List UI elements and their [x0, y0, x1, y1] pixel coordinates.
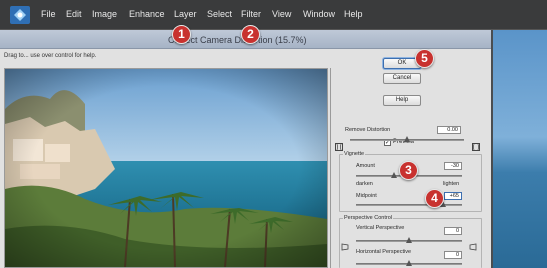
vertical-perspective-right-icon [469, 236, 477, 251]
barrel-icon [472, 136, 480, 151]
horizontal-perspective-value[interactable]: 0 [444, 251, 462, 259]
vertical-perspective-label: Vertical Perspective [356, 225, 405, 231]
menu-layer[interactable]: Layer [174, 9, 197, 19]
vertical-perspective-value[interactable]: 0 [444, 227, 462, 235]
preview-canvas[interactable] [4, 68, 328, 268]
preview-photo [5, 69, 327, 267]
menu-image[interactable]: Image [92, 9, 117, 19]
vignette-midpoint-label: Midpoint [356, 193, 377, 199]
vignette-midpoint-slider[interactable] [356, 204, 462, 206]
callout-badge-3: 3 [399, 161, 418, 180]
menu-filter[interactable]: Filter [241, 9, 261, 19]
callout-badge-1: 1 [172, 25, 191, 44]
workspace-document-image [493, 30, 547, 268]
vignette-amount-label: Amount [356, 163, 375, 169]
horizontal-perspective-thumb[interactable] [406, 260, 412, 266]
vignette-amount-value[interactable]: -30 [444, 162, 462, 170]
vignette-darken-label: darken [356, 181, 373, 187]
perspective-title: Perspective Control [343, 215, 393, 221]
help-button[interactable]: Help [383, 95, 421, 106]
elements-logo-icon[interactable] [10, 6, 30, 24]
dialog-hint-text: Drag to... use over control for help. [4, 53, 97, 59]
menu-window[interactable]: Window [303, 9, 335, 19]
menu-help[interactable]: Help [344, 9, 363, 19]
remove-distortion-thumb[interactable] [404, 136, 410, 142]
menu-edit[interactable]: Edit [66, 9, 82, 19]
horizontal-perspective-label: Horizontal Perspective [356, 249, 412, 255]
preview-divider [330, 68, 331, 268]
vignette-midpoint-value[interactable]: +65 [444, 192, 462, 200]
remove-distortion-value[interactable]: 0.00 [437, 126, 461, 134]
menu-file[interactable]: File [41, 9, 56, 19]
callout-badge-5: 5 [415, 49, 434, 68]
menu-select[interactable]: Select [207, 9, 232, 19]
menu-enhance[interactable]: Enhance [129, 9, 165, 19]
pincushion-icon [335, 136, 343, 151]
vertical-perspective-left-icon [341, 236, 349, 251]
menu-view[interactable]: View [272, 9, 291, 19]
menu-bar: File Edit Image Enhance Layer Select Fil… [0, 0, 547, 30]
callout-badge-2: 2 [241, 25, 260, 44]
vignette-amount-thumb[interactable] [391, 172, 397, 178]
cancel-button[interactable]: Cancel [383, 73, 421, 84]
callout-badge-4: 4 [425, 189, 444, 208]
remove-distortion-label: Remove Distortion [345, 127, 391, 133]
vignette-title: Vignette [343, 151, 366, 157]
vignette-lighten-label: lighten [443, 181, 460, 187]
vertical-perspective-thumb[interactable] [406, 237, 412, 243]
